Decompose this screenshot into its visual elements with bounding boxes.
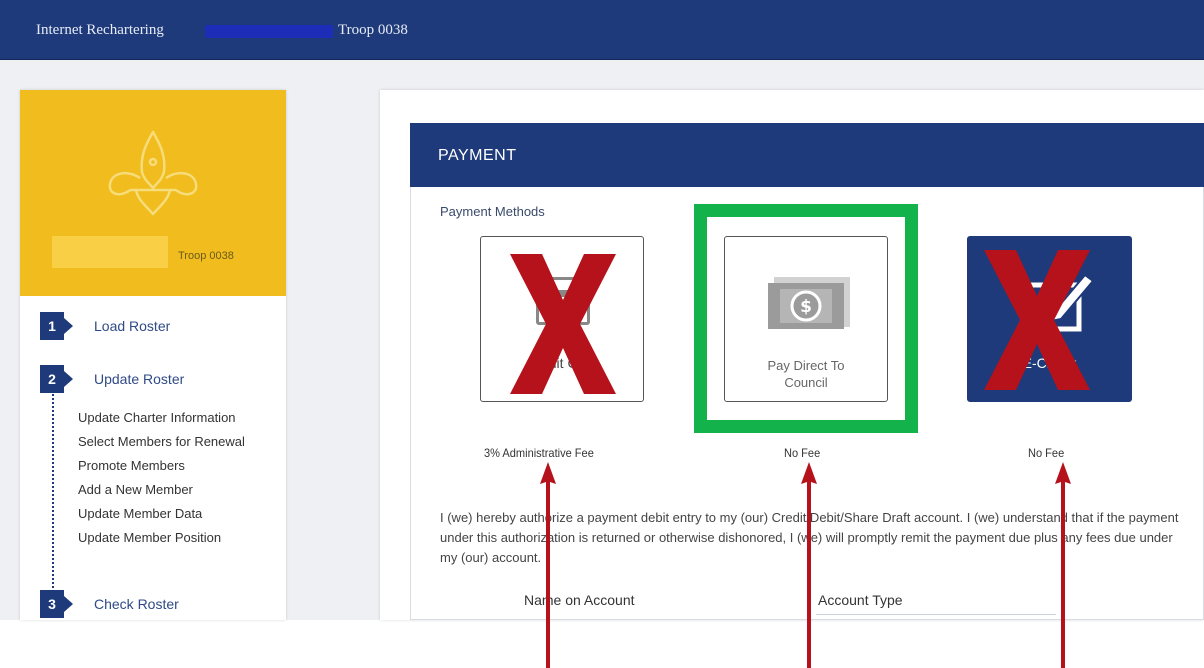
account-type-label: Account Type (818, 592, 903, 608)
unit-name: Troop 0038 (338, 22, 408, 38)
red-x-mark-icon (510, 254, 616, 394)
red-x-mark-icon (984, 250, 1090, 390)
payment-methods-label: Payment Methods (440, 204, 545, 219)
payment-header: PAYMENT (410, 123, 1204, 187)
step-label: Load Roster (94, 318, 171, 334)
step-arrow-icon (64, 318, 73, 334)
account-type-underline (816, 614, 1056, 615)
pay-direct-fee: No Fee (784, 446, 821, 460)
sidebar-item-update-member-data[interactable]: Update Member Data (78, 506, 202, 521)
step-connector (52, 394, 54, 592)
sidebar: Troop 0038 1 Load Roster 2 Update Roster… (20, 90, 286, 620)
step-number: 1 (40, 312, 64, 340)
fleur-de-lis-emblem-icon (108, 130, 198, 216)
payment-title: PAYMENT (438, 147, 517, 164)
credit-card-fee: 3% Administrative Fee (484, 446, 594, 460)
top-bar: Internet Rechartering Troop 0038 (0, 0, 1204, 60)
step-arrow-icon (64, 371, 73, 387)
unit-banner: Troop 0038 (20, 90, 286, 296)
red-arrow-icon (540, 462, 556, 668)
green-highlight-box (694, 204, 918, 433)
step-arrow-icon (64, 596, 73, 612)
page-bottom (0, 620, 1204, 668)
sidebar-item-select-members-for-renewal[interactable]: Select Members for Renewal (78, 434, 245, 449)
sidebar-item-update-charter-information[interactable]: Update Charter Information (78, 410, 236, 425)
app-title: Internet Rechartering (36, 22, 164, 38)
red-arrow-icon (801, 462, 817, 668)
sidebar-item-update-member-position[interactable]: Update Member Position (78, 530, 221, 545)
step-label: Update Roster (94, 371, 185, 387)
sidebar-item-promote-members[interactable]: Promote Members (78, 458, 185, 473)
sidebar-unit-label: Troop 0038 (178, 250, 234, 262)
redacted-council-name (205, 25, 333, 38)
red-arrow-icon (1055, 462, 1071, 668)
sidebar-item-add-a-new-member[interactable]: Add a New Member (78, 482, 193, 497)
step-number: 3 (40, 590, 64, 618)
step-label: Check Roster (94, 596, 179, 612)
echeck-fee: No Fee (1028, 446, 1065, 460)
redacted-unit-name (52, 236, 168, 268)
step-number: 2 (40, 365, 64, 393)
